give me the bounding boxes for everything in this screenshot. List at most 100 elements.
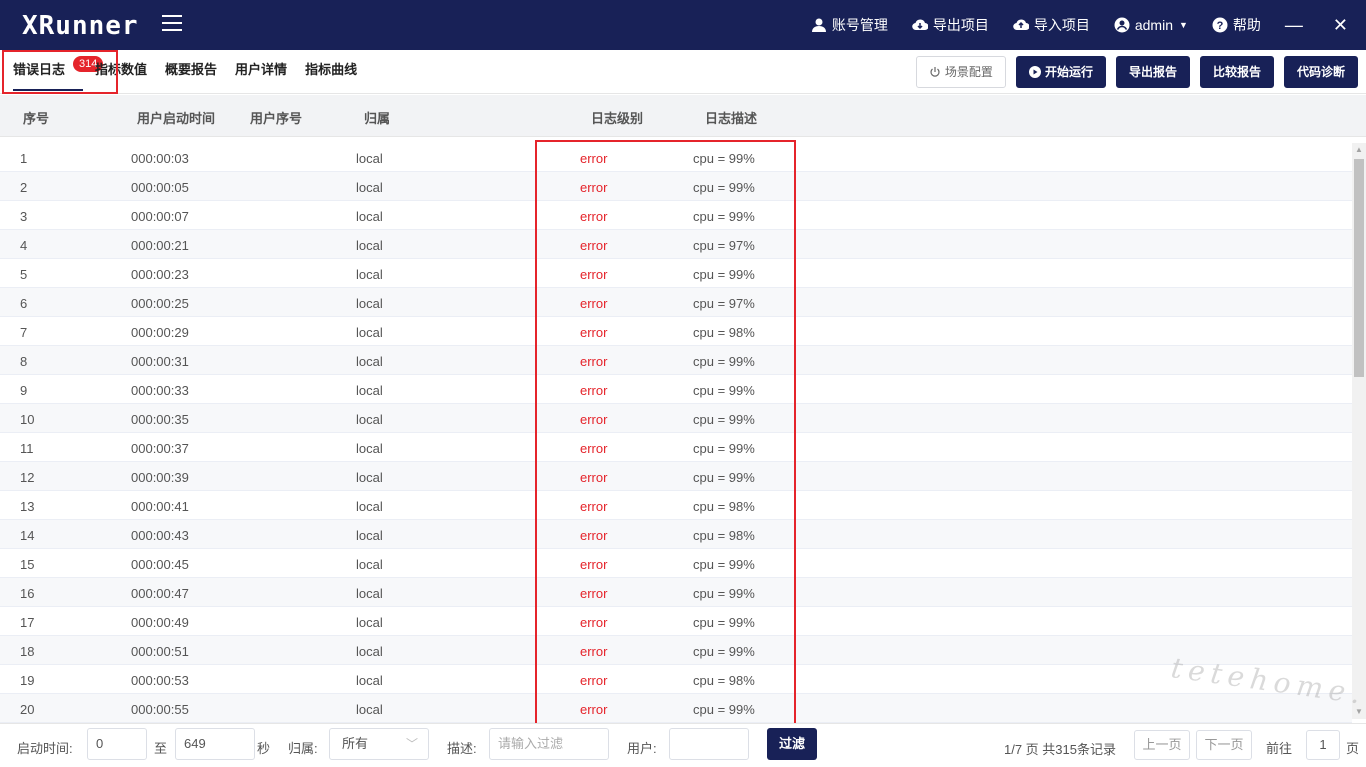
admin-user-menu[interactable]: admin ▼: [1114, 17, 1188, 33]
cell-index: 12: [20, 470, 35, 485]
prev-page-button[interactable]: 上一页: [1134, 730, 1190, 760]
description-filter-input[interactable]: 请输入过滤: [489, 728, 609, 760]
table-row[interactable]: 1 000:00:03 local error cpu = 99%: [0, 143, 1352, 172]
minimize-button[interactable]: —: [1285, 15, 1303, 36]
description-label: 描述:: [447, 741, 477, 756]
tab-error-log[interactable]: 错误日志 314: [7, 50, 104, 94]
table-row[interactable]: 14 000:00:43 local error cpu = 98%: [0, 520, 1352, 549]
import-project-button[interactable]: 导入项目: [1013, 15, 1090, 35]
cell-index: 15: [20, 557, 35, 572]
header-owner: 归属: [364, 111, 391, 126]
tab-summary-report[interactable]: 概要报告: [159, 50, 223, 94]
user-filter-input[interactable]: [669, 728, 749, 760]
table-row[interactable]: 8 000:00:31 local error cpu = 99%: [0, 346, 1352, 375]
cell-index: 10: [20, 412, 35, 427]
owner-select[interactable]: 所有 ﹀: [329, 728, 429, 760]
start-run-label: 开始运行: [1044, 65, 1093, 79]
code-diagnose-button[interactable]: 代码诊断: [1283, 56, 1358, 88]
table-scrollbar[interactable]: ▲ ▼: [1352, 143, 1366, 719]
cell-log-level: error: [580, 325, 608, 340]
cell-owner: local: [356, 238, 383, 253]
table-row[interactable]: 5 000:00:23 local error cpu = 99%: [0, 259, 1352, 288]
export-project-button[interactable]: 导出项目: [912, 15, 989, 35]
table-row[interactable]: 4 000:00:21 local error cpu = 97%: [0, 230, 1352, 259]
tab-user-details[interactable]: 用户详情: [229, 50, 293, 94]
cell-log-description: cpu = 99%: [693, 644, 755, 659]
help-icon: ?: [1212, 17, 1228, 33]
cell-owner: local: [356, 557, 383, 572]
cell-log-description: cpu = 99%: [693, 267, 755, 282]
tab-metric-values-label: 指标数值: [95, 62, 148, 77]
cell-index: 16: [20, 586, 35, 601]
table-row[interactable]: 6 000:00:25 local error cpu = 97%: [0, 288, 1352, 317]
cell-index: 11: [20, 441, 34, 456]
cell-index: 8: [20, 354, 28, 369]
compare-report-button[interactable]: 比较报告: [1199, 56, 1274, 88]
export-report-button[interactable]: 导出报告: [1115, 56, 1190, 88]
close-button[interactable]: ✕: [1333, 15, 1348, 36]
filter-button[interactable]: 过滤: [767, 728, 817, 760]
scene-config-button[interactable]: 场景配置: [915, 56, 1006, 88]
cell-owner: local: [356, 296, 383, 311]
cell-start-time: 000:00:33: [131, 383, 189, 398]
header-start-time: 用户启动时间: [137, 111, 216, 126]
cell-log-level: error: [580, 383, 608, 398]
cell-index: 1: [20, 151, 28, 166]
table-row[interactable]: 18 000:00:51 local error cpu = 99%: [0, 636, 1352, 665]
table-row[interactable]: 2 000:00:05 local error cpu = 99%: [0, 172, 1352, 201]
table-row[interactable]: 19 000:00:53 local error cpu = 98%: [0, 665, 1352, 694]
account-circle-icon: [1114, 17, 1130, 33]
cell-log-description: cpu = 98%: [693, 325, 755, 340]
cell-log-description: cpu = 99%: [693, 702, 755, 717]
table-row[interactable]: 17 000:00:49 local error cpu = 99%: [0, 607, 1352, 636]
scroll-up-icon[interactable]: ▲: [1352, 143, 1366, 157]
table-row[interactable]: 11 000:00:37 local error cpu = 99%: [0, 433, 1352, 462]
tab-metric-values[interactable]: 指标数值: [89, 50, 153, 94]
tab-list: 错误日志 314 指标数值 概要报告 用户详情 指标曲线: [0, 50, 363, 94]
next-page-button[interactable]: 下一页: [1196, 730, 1252, 760]
cell-start-time: 000:00:51: [131, 644, 189, 659]
tab-metric-curves[interactable]: 指标曲线: [299, 50, 363, 94]
table-row[interactable]: 9 000:00:33 local error cpu = 99%: [0, 375, 1352, 404]
cell-owner: local: [356, 412, 383, 427]
table-row[interactable]: 10 000:00:35 local error cpu = 99%: [0, 404, 1352, 433]
cell-start-time: 000:00:31: [131, 354, 189, 369]
table-row[interactable]: 15 000:00:45 local error cpu = 99%: [0, 549, 1352, 578]
scroll-thumb[interactable]: [1354, 159, 1364, 377]
cell-start-time: 000:00:03: [131, 151, 189, 166]
cell-log-level: error: [580, 267, 608, 282]
cell-start-time: 000:00:23: [131, 267, 189, 282]
table-row[interactable]: 7 000:00:29 local error cpu = 98%: [0, 317, 1352, 346]
cell-index: 9: [20, 383, 28, 398]
account-management-button[interactable]: 账号管理: [811, 15, 888, 35]
cell-log-description: cpu = 98%: [693, 528, 755, 543]
cell-owner: local: [356, 673, 383, 688]
cell-log-description: cpu = 99%: [693, 470, 755, 485]
cell-index: 7: [20, 325, 28, 340]
goto-label: 前往: [1266, 741, 1293, 756]
goto-page-input[interactable]: 1: [1306, 730, 1340, 760]
cell-index: 3: [20, 209, 28, 224]
cell-start-time: 000:00:37: [131, 441, 189, 456]
cell-log-description: cpu = 99%: [693, 151, 755, 166]
power-icon: [930, 67, 940, 77]
start-time-to-input[interactable]: 649: [175, 728, 255, 760]
scroll-down-icon[interactable]: ▼: [1352, 705, 1366, 719]
table-row[interactable]: 12 000:00:39 local error cpu = 99%: [0, 462, 1352, 491]
start-run-button[interactable]: 开始运行: [1015, 56, 1106, 88]
table-row[interactable]: 20 000:00:55 local error cpu = 99%: [0, 694, 1352, 723]
cell-index: 20: [20, 702, 35, 717]
help-button[interactable]: ? 帮助: [1212, 15, 1261, 35]
menu-toggle-icon[interactable]: [162, 15, 182, 33]
toolbar-buttons: 场景配置 开始运行 导出报告 比较报告 代码诊断: [906, 56, 1358, 88]
cell-log-description: cpu = 99%: [693, 557, 755, 572]
table-row[interactable]: 3 000:00:07 local error cpu = 99%: [0, 201, 1352, 230]
cell-owner: local: [356, 615, 383, 630]
header-log-description: 日志描述: [705, 111, 758, 126]
start-time-from-input[interactable]: 0: [87, 728, 147, 760]
to-label: 至: [154, 741, 168, 756]
cell-owner: local: [356, 325, 383, 340]
table-row[interactable]: 16 000:00:47 local error cpu = 99%: [0, 578, 1352, 607]
table-row[interactable]: 13 000:00:41 local error cpu = 98%: [0, 491, 1352, 520]
header-actions: 账号管理 导出项目 导入项目 admin ▼ ? 帮助 — ✕: [811, 0, 1366, 50]
